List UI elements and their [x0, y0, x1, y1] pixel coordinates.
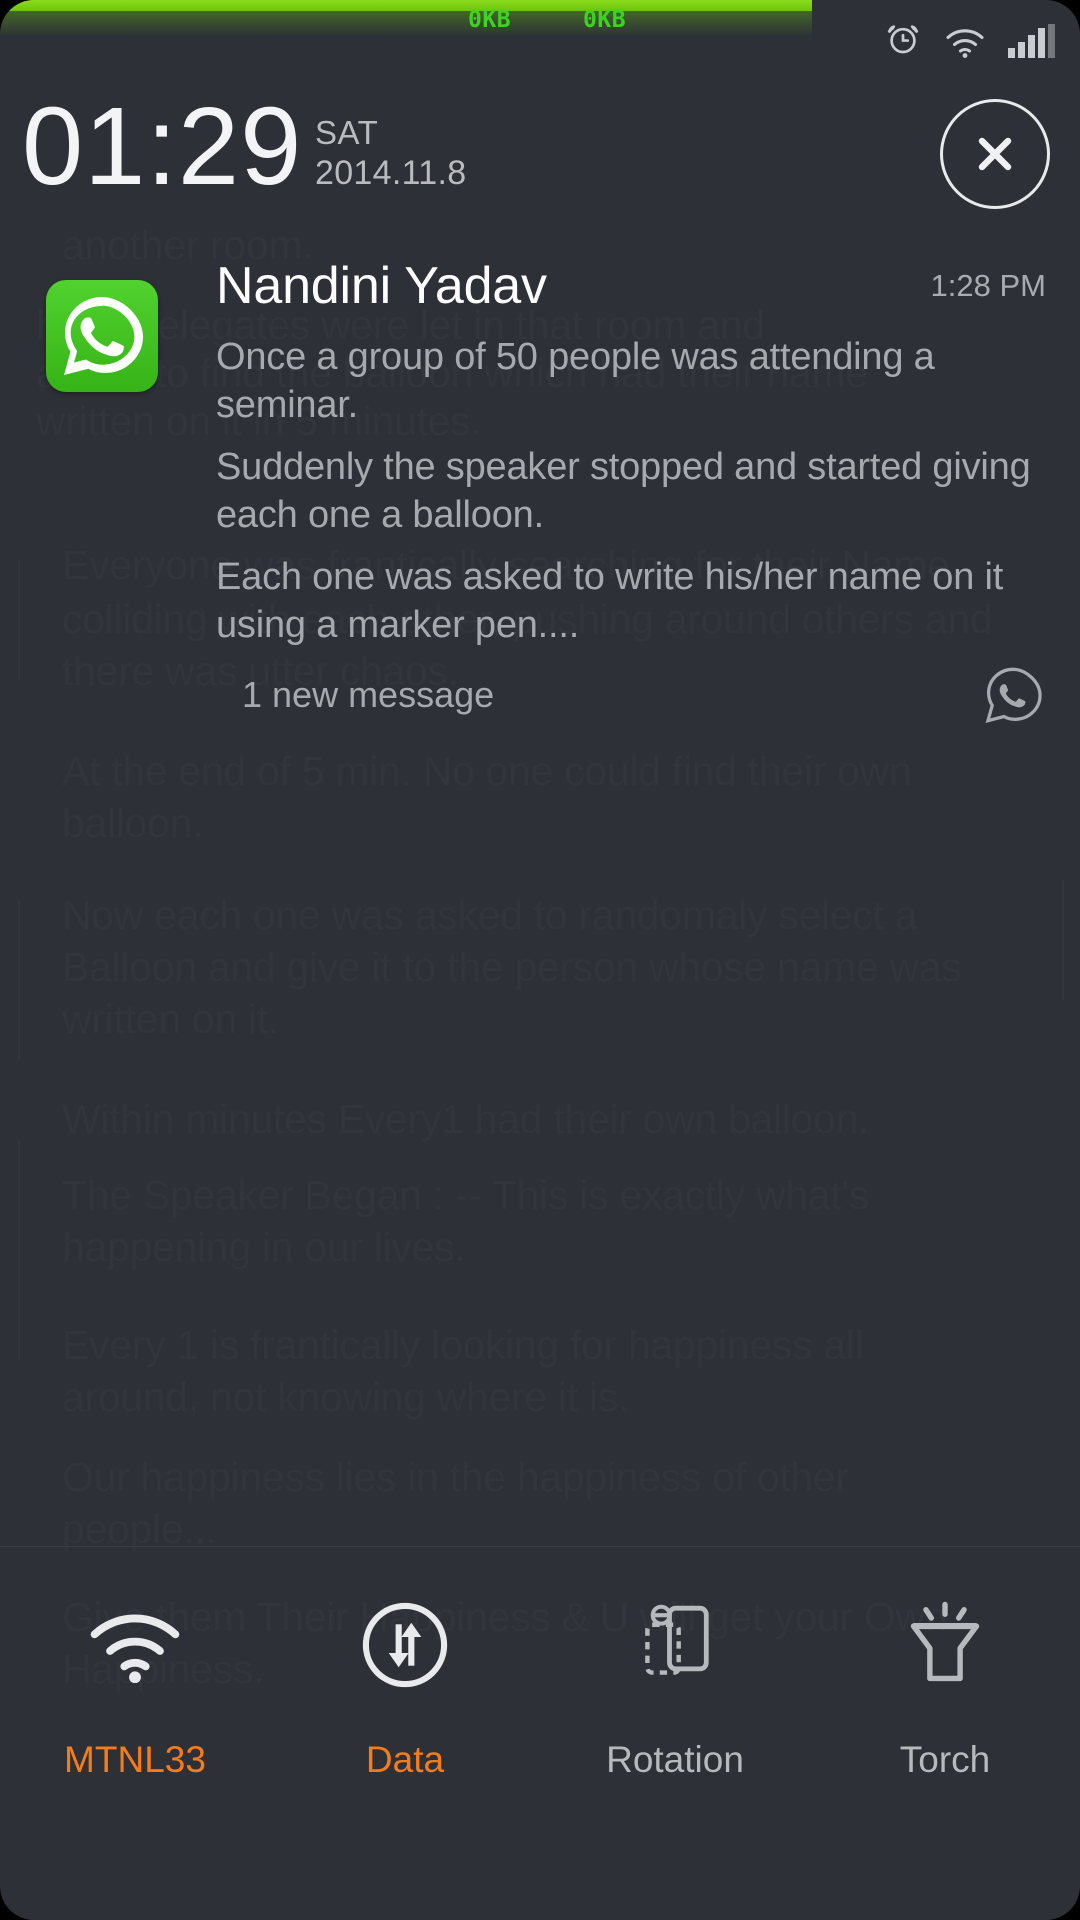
close-shade-button[interactable]	[940, 99, 1050, 209]
notification-paragraph: Each one was asked to write his/her name…	[216, 556, 1014, 646]
quick-toggle-row: MTNL33 Data Rotation Torch	[0, 1547, 1080, 1847]
wallpaper-line: The Speaker Began : -- This is exactly w…	[62, 1172, 870, 1218]
wallpaper-line: At the end of 5 min. No one could find t…	[62, 748, 912, 794]
toggle-torch[interactable]: Torch	[810, 1547, 1080, 1847]
shade-header: 01:29 SAT 2014.11.8	[0, 88, 1080, 232]
wallpaper-line: Every 1 is frantically looking for happi…	[62, 1322, 864, 1368]
date-block: SAT 2014.11.8	[315, 114, 466, 194]
whatsapp-glyph-icon	[984, 665, 1042, 730]
wallpaper-line: balloon.	[62, 800, 204, 846]
notification-shade: another room. hese delegates were let in…	[0, 0, 1080, 1920]
toggle-data[interactable]: Data	[270, 1547, 540, 1847]
notification-footer: 1 new message	[216, 667, 1046, 745]
wallpaper-line: around, not knowing where it is.	[62, 1374, 630, 1420]
day-of-week-label: SAT	[315, 114, 379, 151]
wallpaper-line: Our happiness lies in the happiness of o…	[62, 1454, 849, 1500]
toggle-data-label: Data	[365, 1739, 445, 1780]
wifi-icon	[944, 26, 986, 58]
notification-timestamp: 1:28 PM	[930, 268, 1046, 303]
close-icon	[978, 137, 1012, 171]
data-icon	[270, 1591, 540, 1699]
notification-body: Nandini Yadav 1:28 PM Once a group of 50…	[216, 255, 1046, 745]
clock-time: 01:29	[22, 85, 303, 208]
wallpaper-line: Balloon and give it to the person whose …	[62, 944, 962, 990]
status-icon-group	[884, 14, 1056, 58]
notification-sender: Nandini Yadav	[216, 257, 547, 315]
rotation-icon	[540, 1591, 810, 1699]
notification-paragraph: Suddenly the speaker stopped and started…	[216, 446, 1041, 536]
signal-icon	[1008, 24, 1056, 58]
notification-summary-label: 1 new message	[242, 674, 495, 715]
download-rate-label: 0KB	[468, 7, 512, 33]
notification-title-row: Nandini Yadav 1:28 PM	[216, 255, 1046, 319]
status-bar: 0KB 0KB	[0, 0, 1080, 64]
wallpaper-line: happening in our lives.	[62, 1224, 466, 1270]
toggle-rotation[interactable]: Rotation	[540, 1547, 810, 1847]
wifi-icon	[0, 1591, 270, 1699]
date-label: 2014.11.8	[315, 154, 467, 192]
network-activity-bar	[0, 0, 812, 11]
toggle-torch-label: Torch	[899, 1739, 991, 1780]
wallpaper-line: Within minutes Every1 had their own ball…	[62, 1096, 870, 1142]
whatsapp-icon	[46, 280, 158, 392]
toggle-wifi-label: MTNL33	[64, 1739, 206, 1780]
notification-paragraph: Once a group of 50 people was attending …	[216, 336, 945, 426]
upload-rate-label: 0KB	[583, 7, 627, 33]
toggle-rotation-label: Rotation	[606, 1739, 744, 1780]
network-activity-bar-glow	[0, 11, 812, 37]
torch-icon	[810, 1591, 1080, 1699]
toggle-wifi[interactable]: MTNL33	[0, 1547, 270, 1847]
wallpaper-line: Now each one was asked to randomaly sele…	[62, 892, 918, 938]
alarm-icon	[884, 20, 922, 58]
wallpaper-line: written on it.	[62, 996, 279, 1042]
